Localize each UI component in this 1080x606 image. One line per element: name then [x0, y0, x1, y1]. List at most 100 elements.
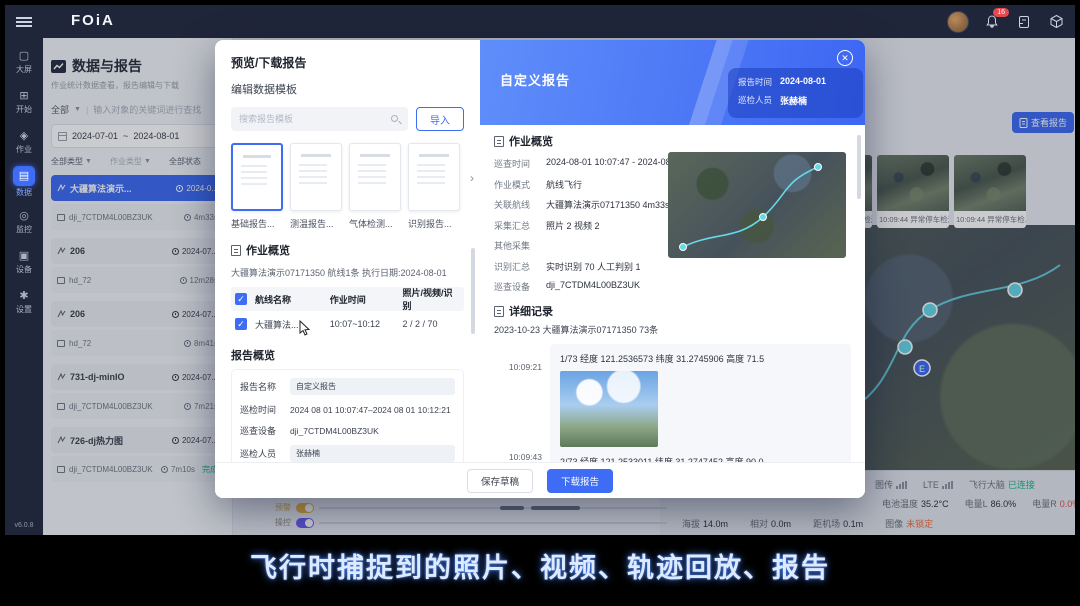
preview-title: 自定义报告 [500, 70, 570, 89]
record-time: 10:09:43 [509, 452, 542, 462]
report-preview-pane: 自定义报告 ✕ 报告时间2024-08-01 巡检人员张赫楠 作业概览 巡查时间… [480, 40, 865, 462]
flight-row[interactable]: hd_72 8m41s [51, 330, 224, 356]
sidebar-item-data[interactable]: ▤ 数据 [5, 165, 43, 199]
gear-icon: ✱ [16, 289, 32, 303]
report-form: 报告名称自定义报告 巡检时间2024 08 01 10:07:47–2024 0… [231, 369, 464, 462]
apps-button[interactable] [1047, 13, 1065, 31]
logs-button[interactable] [1015, 13, 1033, 31]
sidebar-item-missions[interactable]: ◈ 作业 [5, 125, 43, 159]
template-card-recognition[interactable]: 识别报告... [408, 143, 460, 230]
job-row[interactable]: 206 2024-07... [51, 301, 224, 327]
template-label: 测温报告... [290, 217, 342, 230]
view-report-button[interactable]: 查看报告 [1012, 112, 1074, 133]
thumbnail-caption: 10:09:44 异常停车检... [954, 211, 1026, 228]
flight-row[interactable]: dji_7CTDM4L00BZ3UK 4m33s [51, 204, 224, 230]
user-avatar[interactable] [947, 11, 969, 33]
duration-icon [161, 466, 168, 473]
route-table: ✓ 航线名称 作业时间 照片/视频/识别 ✓ 大疆算法... 10:07~10:… [231, 287, 464, 337]
template-search-input[interactable] [231, 107, 408, 131]
sidebar-item-start[interactable]: ⊞ 开始 [5, 85, 43, 119]
mouse-cursor [299, 320, 311, 336]
import-button[interactable]: 导入 [416, 107, 464, 131]
route-map-thumbnail [668, 152, 846, 258]
chevron-down-icon: ▼ [74, 106, 81, 113]
mission-icon: ◈ [16, 129, 32, 143]
sidebar-item-bigscreen[interactable]: ▢ 大屏 [5, 45, 43, 79]
records-title: 详细记录 [509, 303, 553, 319]
left-scrollbar[interactable] [471, 248, 475, 334]
detection-thumbnail[interactable]: 10:09:44 异常停车检测 [877, 155, 949, 228]
keyword-search-input[interactable]: 输入对象的关键词进行查找 [93, 103, 201, 116]
map-marker-label: E [919, 364, 925, 374]
timeline-track[interactable] [319, 522, 667, 524]
template-card-gas[interactable]: 气体检测... [349, 143, 401, 230]
report-editor-pane: 预览/下载报告 编辑数据模板 导入 基础报告... 测温报告... [215, 40, 480, 462]
route-icon [57, 373, 66, 381]
data-chart-icon: ▤ [13, 166, 35, 186]
route-table-row[interactable]: ✓ 大疆算法... 10:07~10:12 2 / 2 / 70 [231, 311, 464, 337]
sidebar-item-devices[interactable]: ▣ 设备 [5, 245, 43, 279]
route-icon [57, 310, 66, 318]
notifications-button[interactable]: 16 [983, 13, 1001, 31]
inspector-input[interactable]: 张赫楠 [290, 445, 455, 462]
report-date: 2024-08-01 [780, 76, 826, 88]
template-card-thermal[interactable]: 测温报告... [290, 143, 342, 230]
clock-icon [172, 311, 179, 318]
download-report-button[interactable]: 下载报告 [547, 469, 613, 493]
job-row[interactable]: 731-dj-minIO 2024-07... [51, 364, 224, 390]
detection-thumbnail[interactable]: 10:09:44 异常停车检... [954, 155, 1026, 228]
record-card: 1/73 经度 121.2536573 纬度 31.2745906 高度 71.… [550, 344, 851, 462]
app-logo: FOiA [71, 12, 115, 29]
timeline-track[interactable] [319, 507, 667, 509]
modal-footer: 保存草稿 下载报告 [215, 462, 865, 498]
flight-row[interactable]: dji_7CTDM4L00BZ3UK 7m10s 完成 [51, 456, 224, 482]
records-doc-icon [494, 306, 504, 317]
page-subtitle: 作业统计数据查看，报告编辑与下载 [51, 80, 224, 91]
flight-row[interactable]: dji_7CTDM4L00BZ3UK 7m21s [51, 393, 224, 419]
warning-layer-toggle[interactable] [296, 503, 314, 513]
report-inspector: 张赫楠 [780, 94, 807, 107]
drone-icon [57, 277, 65, 284]
job-group: 726-dj热力图 2024-07... dji_7CTDM4L00BZ3UK … [51, 427, 224, 482]
signal-bars-icon [896, 481, 907, 489]
save-draft-button[interactable]: 保存草稿 [467, 469, 533, 493]
control-layer-toggle[interactable] [296, 518, 314, 528]
document-icon [1017, 15, 1031, 29]
job-row[interactable]: 206 2024-07... [51, 238, 224, 264]
duration-icon [184, 214, 191, 221]
battery-left-value: 86.0% [991, 499, 1017, 509]
preview-scrollbar[interactable] [857, 135, 861, 199]
record-photo[interactable] [560, 371, 658, 447]
row-checkbox[interactable]: ✓ [235, 318, 247, 330]
template-card-basic[interactable]: 基础报告... [231, 143, 283, 230]
template-thumbnail [231, 143, 283, 211]
job-filter-select[interactable]: 作业类型▼ [110, 156, 165, 167]
report-meta-card: 报告时间2024-08-01 巡检人员张赫楠 [728, 68, 863, 118]
report-name-input[interactable]: 自定义报告 [290, 378, 455, 395]
select-all-checkbox[interactable]: ✓ [235, 293, 247, 305]
type-filter-select[interactable]: 全部类型▼ [51, 156, 106, 167]
menu-icon[interactable] [16, 17, 32, 27]
sidebar-item-settings[interactable]: ✱ 设置 [5, 285, 43, 319]
close-icon[interactable]: ✕ [837, 50, 853, 66]
date-end: 2024-08-01 [133, 131, 179, 141]
connection-status: 已连接 [1008, 478, 1035, 491]
job-row[interactable]: 726-dj热力图 2024-07... [51, 427, 224, 453]
gimbal-lock-status: 未锁定 [906, 517, 933, 530]
report-chart-icon [51, 60, 66, 73]
battery-temp-value: 35.2°C [921, 499, 949, 509]
altitude-value: 14.0m [703, 519, 728, 529]
job-row-selected[interactable]: 大疆算法演示... 2024-0... [51, 175, 224, 201]
date-range-picker[interactable]: 2024-07-01 ~ 2024-08-01 [51, 124, 224, 148]
job-group: 大疆算法演示... 2024-0... dji_7CTDM4L00BZ3UK 4… [51, 175, 224, 230]
ov-collect: 照片 2 视频 2 [546, 219, 600, 232]
chevron-right-icon[interactable]: › [470, 171, 474, 185]
sidebar-label: 开始 [16, 104, 32, 115]
preview-overview-title: 作业概览 [509, 133, 553, 149]
report-preview-modal: 预览/下载报告 编辑数据模板 导入 基础报告... 测温报告... [215, 40, 865, 498]
scope-filter[interactable]: 全部 [51, 103, 69, 116]
sidebar: ▢ 大屏 ⊞ 开始 ◈ 作业 ▤ 数据 ◎ 监控 ▣ 设备 [5, 5, 43, 535]
flight-row[interactable]: hd_72 12m28s [51, 267, 224, 293]
template-label: 基础报告... [231, 217, 283, 230]
sidebar-item-monitoring[interactable]: ◎ 监控 [5, 205, 43, 239]
